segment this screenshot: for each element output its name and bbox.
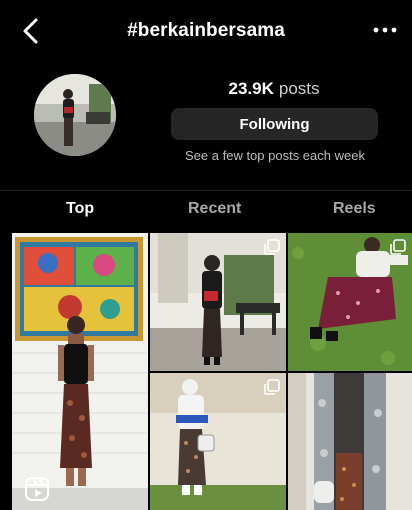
page-title: #berkainbersama: [127, 20, 285, 41]
top-bar: #berkainbersama: [0, 0, 412, 62]
post-tile-reel[interactable]: [12, 233, 148, 510]
tab-reels[interactable]: Reels: [333, 200, 376, 218]
reels-icon: [25, 477, 49, 501]
post-tile[interactable]: [288, 233, 412, 371]
carousel-icon: [264, 239, 280, 255]
post-tile[interactable]: [288, 373, 412, 510]
tab-recent[interactable]: Recent: [188, 200, 241, 218]
posts-number: 23.9K: [228, 79, 274, 98]
more-options-icon[interactable]: [372, 20, 398, 40]
carousel-icon: [264, 379, 280, 395]
tab-top[interactable]: Top: [66, 200, 94, 218]
posts-label: posts: [278, 79, 320, 98]
post-tile[interactable]: [150, 233, 286, 371]
top-posts-hint: See a few top posts each week: [185, 148, 365, 163]
tab-bar: Top Recent Reels: [0, 194, 412, 228]
post-image: [12, 233, 148, 510]
post-image: [288, 373, 412, 510]
header-divider: [0, 190, 412, 191]
post-tile[interactable]: [150, 373, 286, 510]
following-button[interactable]: Following: [171, 108, 378, 140]
posts-count: 23.9K posts: [170, 78, 378, 100]
back-chevron-icon[interactable]: [14, 14, 48, 48]
posts-grid: [12, 233, 412, 510]
carousel-icon: [390, 239, 406, 255]
hashtag-avatar: [34, 74, 116, 156]
